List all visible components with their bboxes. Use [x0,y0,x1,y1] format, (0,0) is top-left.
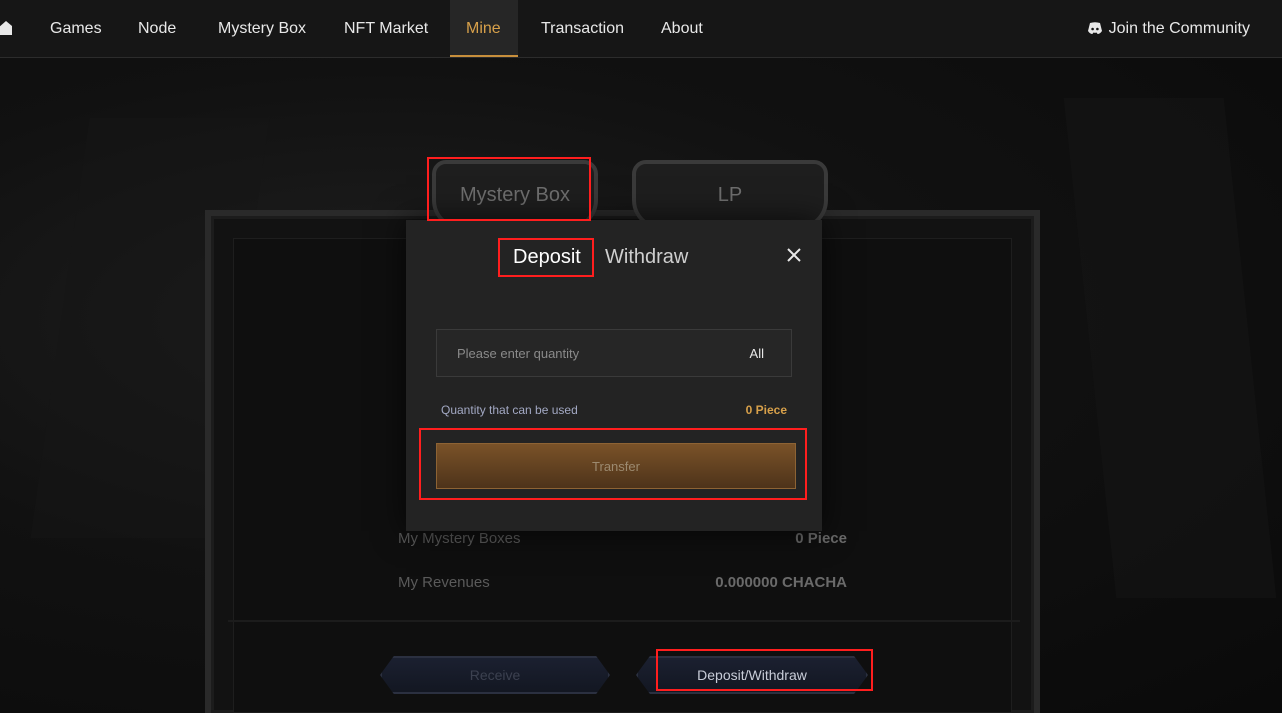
usable-quantity-label: Quantity that can be used [441,403,578,417]
stat-row-mystery-boxes: My Mystery Boxes 0 Piece [398,530,847,547]
panel-divider [228,620,1020,622]
stat-value: 0.000000 CHACHA [715,574,847,591]
deposit-withdraw-label: Deposit/Withdraw [697,667,807,683]
stat-label: My Mystery Boxes [398,530,521,547]
receive-button[interactable]: Receive [380,656,610,694]
nav-item-transaction[interactable]: Transaction [541,0,624,57]
home-icon[interactable] [0,19,12,37]
nav-item-node[interactable]: Node [138,0,176,57]
nav-item-games[interactable]: Games [50,0,102,57]
join-community-label: Join the Community [1108,19,1250,37]
deposit-withdraw-button[interactable]: Deposit/Withdraw [636,656,868,694]
quantity-field: All [436,329,792,377]
tab-withdraw[interactable]: Withdraw [605,244,688,270]
close-icon[interactable] [787,248,801,262]
transfer-label: Transfer [592,458,640,474]
transfer-button[interactable]: Transfer [436,443,796,489]
tab-lp-label: LP [717,183,743,206]
nav-item-mystery-box[interactable]: Mystery Box [218,0,306,57]
background-rock [1063,98,1277,598]
join-community-link[interactable]: Join the Community [1087,0,1250,57]
quantity-input[interactable] [437,330,727,376]
nav-item-mine[interactable]: Mine [450,0,518,57]
discord-icon [1087,22,1102,34]
nav-item-about[interactable]: About [661,0,703,57]
nav-item-nft-market[interactable]: NFT Market [344,0,428,57]
usable-quantity-value: 0 Piece [745,403,787,417]
all-button[interactable]: All [750,346,764,361]
receive-label: Receive [469,667,521,683]
stat-row-revenues: My Revenues 0.000000 CHACHA [398,574,847,591]
stat-value: 0 Piece [795,530,847,547]
tab-deposit[interactable]: Deposit [513,244,581,270]
tab-mystery-box-label: Mystery Box [459,183,571,206]
deposit-withdraw-modal: Deposit Withdraw All Quantity that can b… [406,220,822,531]
stat-label: My Revenues [398,574,490,591]
top-nav: Games Node Mystery Box NFT Market Mine T… [0,0,1282,58]
